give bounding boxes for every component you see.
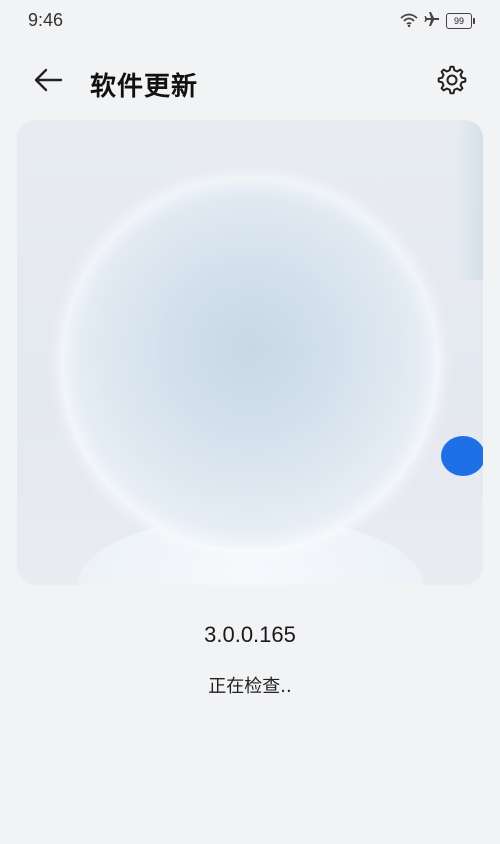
app-bar: 软件更新 xyxy=(0,52,500,112)
hero-edge-highlight xyxy=(455,120,483,280)
update-status: 正在检查.. xyxy=(208,676,292,697)
page-title: 软件更新 xyxy=(90,72,199,102)
update-hero-illustration xyxy=(17,120,483,585)
status-bar: 9:46 99 xyxy=(0,0,500,40)
status-time: 9:46 xyxy=(28,10,64,30)
gear-icon xyxy=(436,64,468,100)
battery-icon: 99 xyxy=(446,13,475,29)
back-button[interactable] xyxy=(28,64,68,100)
status-icons: 99 xyxy=(400,11,475,31)
arrow-left-icon xyxy=(33,68,63,96)
airplane-icon xyxy=(424,11,440,31)
hero-accent-dot xyxy=(441,436,483,476)
settings-button[interactable] xyxy=(434,64,470,100)
version-number: 3.0.0.165 xyxy=(204,622,296,647)
hero-sphere xyxy=(61,178,439,550)
wifi-icon xyxy=(400,12,418,31)
